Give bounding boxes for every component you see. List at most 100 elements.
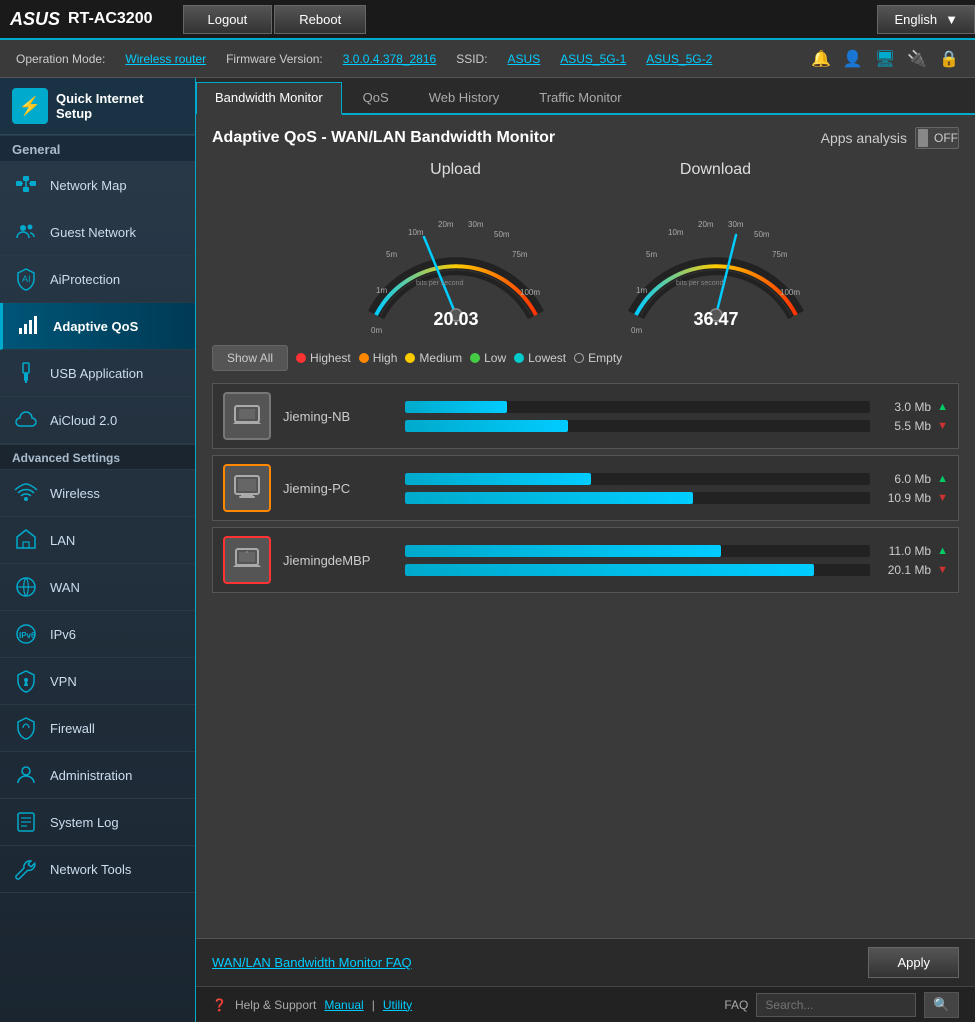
svg-text:IPv6: IPv6 (19, 631, 36, 640)
ipv6-icon: IPv6 (12, 620, 40, 648)
separator: | (372, 998, 375, 1012)
upload-speed: 3.0 Mb (876, 400, 931, 414)
system-log-icon (12, 808, 40, 836)
info-left: Operation Mode: Wireless router Firmware… (16, 52, 712, 66)
network-map-icon (12, 171, 40, 199)
sidebar-item-label: AiProtection (50, 272, 120, 287)
upload-speed: 11.0 Mb (876, 544, 931, 558)
sidebar-item-firewall[interactable]: Firewall (0, 705, 195, 752)
logout-button[interactable]: Logout (183, 5, 273, 34)
quick-internet-setup[interactable]: ⚡ Quick InternetSetup (0, 78, 195, 135)
download-bar-track (405, 420, 870, 432)
device-icon-pc (223, 464, 271, 512)
faq-search-button[interactable]: 🔍 (924, 992, 959, 1018)
manual-link[interactable]: Manual (324, 998, 363, 1012)
sidebar-item-usb-application[interactable]: USB Application (0, 350, 195, 397)
bell-icon[interactable]: 🔔 (811, 49, 831, 69)
svg-text:bits per second: bits per second (416, 280, 464, 287)
ssid2-link[interactable]: ASUS_5G-1 (560, 52, 626, 66)
reboot-button[interactable]: Reboot (274, 5, 366, 34)
svg-text:30m: 30m (468, 220, 484, 229)
svg-text:5m: 5m (646, 250, 657, 259)
language-label: English (894, 12, 937, 27)
sidebar-item-label: Wireless (50, 486, 100, 501)
utility-link[interactable]: Utility (383, 998, 412, 1012)
svg-text:30m: 30m (728, 220, 744, 229)
tab-bandwidth-monitor[interactable]: Bandwidth Monitor (196, 82, 342, 115)
advanced-settings-header: Advanced Settings (0, 444, 195, 470)
sidebar-item-adaptive-qos[interactable]: Adaptive QoS (0, 303, 195, 350)
show-all-button[interactable]: Show All (212, 345, 288, 371)
upload-gauge: Upload (356, 161, 556, 335)
download-arrow-icon: ▼ (937, 492, 948, 504)
user-icon[interactable]: 👤 (843, 49, 863, 69)
lowest-dot (514, 353, 524, 363)
device-bars-pc: 6.0 Mb ▲ 10.9 Mb ▼ (405, 472, 948, 505)
device-list: Jieming-NB 3.0 Mb ▲ (212, 383, 959, 593)
empty-filter[interactable]: Empty (574, 351, 622, 365)
apps-analysis-toggle[interactable]: OFF (915, 127, 959, 149)
sidebar-item-label: IPv6 (50, 627, 76, 642)
firewall-icon (12, 714, 40, 742)
sidebar-item-wireless[interactable]: Wireless (0, 470, 195, 517)
table-row: Jieming-NB 3.0 Mb ▲ (212, 383, 959, 449)
faq-link[interactable]: WAN/LAN Bandwidth Monitor FAQ (212, 955, 412, 970)
svg-text:10m: 10m (668, 228, 684, 237)
aiprotection-icon: AI (12, 265, 40, 293)
monitor-icon[interactable]: 🖥 (875, 49, 895, 69)
network-tools-icon (12, 855, 40, 883)
svg-text:5m: 5m (386, 250, 397, 259)
upload-gauge-canvas: 0m 1m 5m 10m 20m 30m 50m 75m 100m bits p… (356, 185, 556, 335)
sidebar-item-wan[interactable]: WAN (0, 564, 195, 611)
svg-text:AI: AI (22, 274, 31, 284)
apps-analysis-label: Apps analysis (821, 130, 907, 146)
download-bar-fill (405, 420, 568, 432)
sidebar-item-administration[interactable]: Administration (0, 752, 195, 799)
usb-icon[interactable]: 🔌 (907, 49, 927, 69)
low-filter[interactable]: Low (470, 351, 506, 365)
sidebar-item-label: Guest Network (50, 225, 136, 240)
low-dot (470, 353, 480, 363)
ssid1-link[interactable]: ASUS (508, 52, 541, 66)
tab-web-history[interactable]: Web History (410, 82, 519, 113)
sidebar-item-aiprotection[interactable]: AI AiProtection (0, 256, 195, 303)
upload-bar-row: 6.0 Mb ▲ (405, 472, 948, 486)
lowest-filter[interactable]: Lowest (514, 351, 566, 365)
language-selector[interactable]: English ▼ (877, 5, 975, 34)
usb-application-icon (12, 359, 40, 387)
lock-icon[interactable]: 🔒 (939, 49, 959, 69)
upload-bar-track (405, 401, 870, 413)
info-bar: Operation Mode: Wireless router Firmware… (0, 40, 975, 78)
medium-filter[interactable]: Medium (405, 351, 462, 365)
tab-traffic-monitor[interactable]: Traffic Monitor (520, 82, 640, 113)
bottom-bar: WAN/LAN Bandwidth Monitor FAQ Apply (196, 938, 975, 986)
operation-mode-value[interactable]: Wireless router (125, 52, 206, 66)
highest-filter[interactable]: Highest (296, 351, 351, 365)
top-buttons: Logout Reboot (183, 5, 367, 34)
device-name-pc: Jieming-PC (283, 481, 393, 496)
sidebar-item-system-log[interactable]: System Log (0, 799, 195, 846)
sidebar-item-network-tools[interactable]: Network Tools (0, 846, 195, 893)
upload-bar-row: 3.0 Mb ▲ (405, 400, 948, 414)
sidebar-item-label: Network Map (50, 178, 127, 193)
svg-text:75m: 75m (512, 250, 528, 259)
high-filter[interactable]: High (359, 351, 398, 365)
adaptive-qos-icon (15, 312, 43, 340)
svg-text:100m: 100m (520, 288, 540, 297)
svg-text:20m: 20m (438, 220, 454, 229)
ssid3-link[interactable]: ASUS_5G-2 (646, 52, 712, 66)
upload-bar-fill (405, 401, 507, 413)
sidebar-item-label: AiCloud 2.0 (50, 413, 117, 428)
sidebar-item-lan[interactable]: LAN (0, 517, 195, 564)
upload-bar-track (405, 545, 870, 557)
sidebar-item-ipv6[interactable]: IPv6 IPv6 (0, 611, 195, 658)
sidebar-item-vpn[interactable]: VPN (0, 658, 195, 705)
svg-text:20m: 20m (698, 220, 714, 229)
apply-button[interactable]: Apply (868, 947, 959, 978)
firmware-value[interactable]: 3.0.0.4.378_2816 (343, 52, 436, 66)
sidebar-item-guest-network[interactable]: Guest Network (0, 209, 195, 256)
sidebar-item-network-map[interactable]: Network Map (0, 162, 195, 209)
sidebar-item-aicloud[interactable]: AiCloud 2.0 (0, 397, 195, 444)
faq-search-input[interactable] (756, 993, 916, 1017)
tab-qos[interactable]: QoS (344, 82, 408, 113)
